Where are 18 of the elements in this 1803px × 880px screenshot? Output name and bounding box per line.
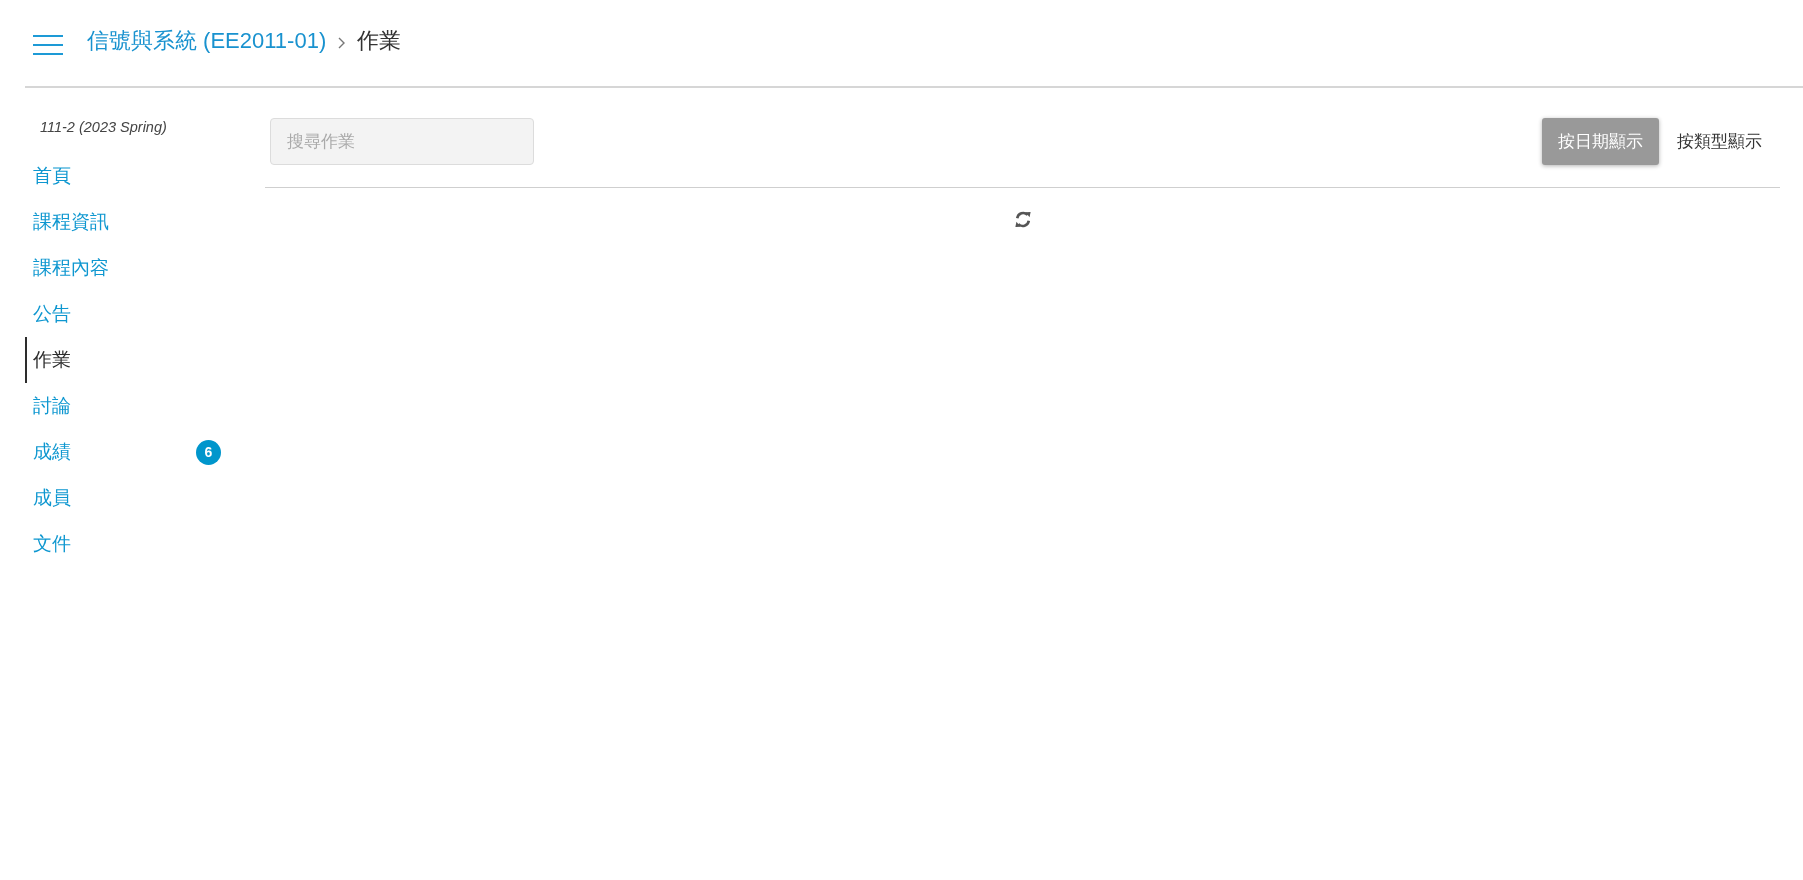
term-label: 111-2 (2023 Spring) [39,118,168,137]
menu-icon[interactable] [33,35,63,55]
view-toggle-button[interactable]: 按類型顯示 [1659,118,1780,165]
sidebar-nav-item[interactable]: 作業 [25,337,71,383]
sidebar-nav-item[interactable]: 課程資訊 [25,199,109,245]
sidebar-nav-item[interactable]: 課程內容 [25,245,109,291]
sidebar-nav-item[interactable]: 文件 [25,521,71,567]
chevron-right-icon [338,37,346,49]
count-badge: 6 [196,439,221,465]
sidebar-nav-item[interactable]: 討論 [25,383,71,429]
search-field[interactable]: 搜尋作業 [270,118,534,165]
breadcrumb-current: 作業 [357,27,402,55]
sidebar-nav-item[interactable]: 公告 [25,291,71,337]
sidebar-nav-item[interactable]: 成績 [25,429,71,475]
view-toggle-button[interactable]: 按日期顯示 [1542,118,1659,165]
sidebar-nav-item[interactable]: 成員 [25,475,71,521]
breadcrumb-link[interactable]: 信號與系統 (EE2011-01) [87,26,327,56]
sidebar-nav-item[interactable]: 首頁 [25,153,71,199]
